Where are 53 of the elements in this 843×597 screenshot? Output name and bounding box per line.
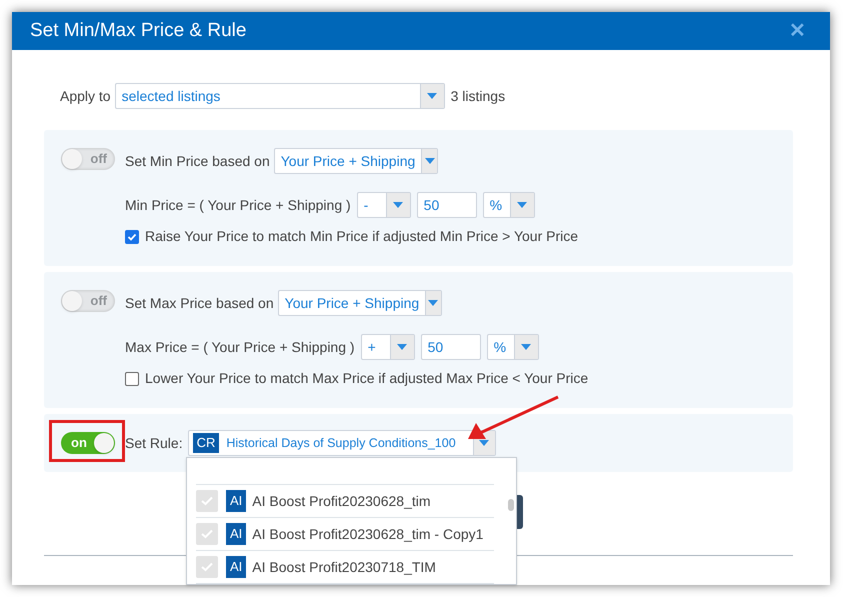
rule-type-badge: AI — [226, 523, 246, 545]
option-label: AI Boost Profit20230718_TIM — [252, 558, 436, 577]
rule-dropdown[interactable]: CR Historical Days of Supply Conditions_100 — [188, 430, 496, 456]
caret-icon — [521, 344, 532, 350]
rule-name: Historical Days of Supply Conditions_100 — [226, 434, 456, 452]
basis-label: Set Min Price based on — [125, 152, 270, 170]
formula-label: Min Price = ( Your Price + Shipping ) — [125, 196, 351, 215]
amount-field[interactable]: 50 — [416, 192, 477, 218]
dropdown[interactable]: Your Price + Shipping — [274, 148, 438, 174]
caret-icon — [479, 440, 490, 446]
dropdown[interactable]: - — [356, 192, 411, 218]
caret-icon — [427, 93, 438, 99]
close-button[interactable]: ✕ — [789, 16, 806, 46]
check-icon — [127, 232, 137, 242]
check-icon — [201, 562, 213, 572]
check-icon — [201, 529, 213, 539]
rule-type-badge: AI — [226, 490, 246, 512]
caret-icon — [428, 300, 438, 306]
checkbox[interactable] — [196, 556, 218, 578]
toggle-switch[interactable]: on — [61, 432, 115, 454]
listing-count: 3 listings — [450, 86, 506, 106]
option-label: AI Boost Profit20230628_tim - Copy1 — [252, 524, 484, 544]
window-title: Set Min/Max Price & Rule — [30, 18, 246, 43]
caret-icon — [424, 158, 435, 164]
dropdown[interactable]: % — [486, 334, 539, 360]
dropdown[interactable]: selected listings — [114, 83, 445, 109]
rule-type-badge: AI — [226, 556, 246, 578]
dropdown[interactable]: % — [482, 192, 535, 218]
apply-to-label: Apply to — [60, 86, 111, 106]
caret-icon — [393, 202, 404, 208]
rule-option[interactable]: AI AI Boost Profit20230628_tim - Copy1 — [196, 517, 494, 550]
checkbox[interactable] — [125, 230, 139, 244]
toggle-switch[interactable]: off — [61, 290, 115, 312]
rule-type-badge: CR — [192, 433, 220, 453]
checkbox-label: Lower Your Price to match Max Price if adjusted Max Price < Your Price — [145, 369, 588, 388]
basis-label: Set Max Price based on — [125, 294, 274, 312]
rule-option[interactable]: AI AI Boost Profit20230628_tim — [196, 484, 494, 517]
dropdown[interactable]: Your Price + Shipping — [278, 290, 442, 316]
toggle-switch[interactable]: off — [61, 148, 115, 170]
amount-field[interactable]: 50 — [420, 334, 481, 360]
caret-icon — [397, 344, 408, 350]
scrollbar-thumb[interactable] — [508, 499, 514, 511]
rule-label: Set Rule: — [125, 434, 183, 452]
checkbox[interactable] — [196, 490, 218, 512]
dropdown[interactable]: + — [360, 334, 415, 360]
checkbox[interactable] — [125, 372, 139, 386]
caret-icon — [517, 202, 528, 208]
formula-label: Max Price = ( Your Price + Shipping ) — [125, 338, 355, 357]
checkbox-label: Raise Your Price to match Min Price if adjusted Min Price > Your Price — [145, 227, 578, 246]
option-label: AI Boost Profit20230628_tim — [252, 492, 431, 511]
check-icon — [201, 496, 213, 506]
rule-option[interactable]: AI AI Boost Profit20230718_TIM — [196, 550, 494, 583]
checkbox[interactable] — [196, 523, 218, 545]
